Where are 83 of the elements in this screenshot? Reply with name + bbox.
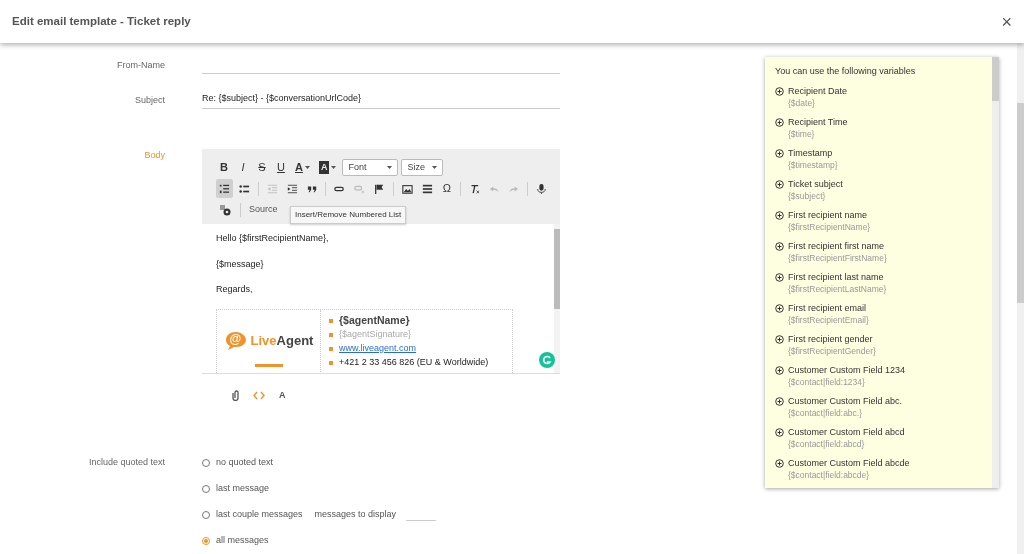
- underline-button[interactable]: U: [273, 158, 289, 177]
- logo-text: LiveAgent: [250, 331, 314, 350]
- body-text: {$message}: [216, 257, 265, 271]
- text-color-button[interactable]: A: [292, 158, 313, 177]
- field-label: Include quoted text: [87, 456, 165, 469]
- signature-text: {$agentName}: [339, 312, 410, 328]
- font-select[interactable]: Font: [342, 159, 399, 176]
- add-icon[interactable]: [775, 303, 784, 313]
- add-icon[interactable]: [775, 86, 784, 96]
- variable-code: {$contact|field:abcde}: [788, 468, 871, 481]
- add-icon[interactable]: [775, 427, 784, 437]
- variable-code: {$firstRecipientName}: [788, 220, 871, 233]
- variable-name[interactable]: First recipient gender: [788, 332, 876, 345]
- variable-name[interactable]: First recipient first name: [788, 239, 887, 252]
- panel-title: You can use the following variables: [775, 65, 917, 78]
- add-icon[interactable]: [775, 458, 784, 468]
- field-label: Body: [143, 149, 165, 162]
- variable-name[interactable]: Recipient Time: [788, 115, 848, 128]
- add-icon[interactable]: [775, 272, 784, 282]
- variable-name[interactable]: Timestamp: [788, 146, 838, 159]
- caret-icon: [432, 166, 438, 169]
- variable-code: {$firstRecipientFirstName}: [788, 251, 887, 264]
- variable-code: {$firstRecipientGender}: [788, 344, 876, 357]
- variable-name[interactable]: Customer Custom Field abcde: [788, 456, 910, 469]
- italic-button[interactable]: I: [235, 158, 251, 177]
- radio-label: last couple messages: [216, 508, 303, 522]
- add-icon[interactable]: [775, 365, 784, 375]
- bold-button[interactable]: B: [216, 158, 232, 177]
- body-text: Regards,: [216, 283, 254, 296]
- variable-code: {$time}: [788, 127, 816, 140]
- variable-code: {$timestamp}: [788, 158, 838, 171]
- variable-name[interactable]: Customer Custom Field abcd: [788, 425, 905, 438]
- variable-code: {$subject}: [788, 189, 827, 202]
- add-icon[interactable]: [775, 334, 784, 344]
- paperclip-icon[interactable]: [232, 389, 239, 403]
- scrollbar-thumb[interactable]: [992, 57, 999, 101]
- variable-name[interactable]: First recipient name: [788, 208, 871, 221]
- source-button[interactable]: Source: [246, 203, 281, 216]
- website-link[interactable]: www.liveagent.com: [339, 341, 417, 356]
- dialog-title: Edit email template - Ticket reply: [12, 13, 191, 29]
- radio-button[interactable]: [202, 537, 210, 545]
- signature-text: +421 2 33 456 826 (EU & Worldwide): [339, 355, 489, 369]
- format-button[interactable]: A: [279, 389, 286, 403]
- radio-label: no quoted text: [216, 456, 274, 470]
- add-icon[interactable]: [775, 210, 784, 220]
- radio-label: all messages: [216, 534, 269, 548]
- caret-icon: [331, 166, 337, 169]
- radio-label: last message: [216, 482, 270, 496]
- field-label: From-Name: [116, 59, 165, 72]
- size-select[interactable]: Size: [401, 159, 444, 176]
- variable-code: {$contact|field:abc.}: [788, 406, 864, 419]
- caret-icon: [304, 166, 310, 169]
- add-icon[interactable]: [775, 117, 784, 127]
- add-icon[interactable]: [775, 241, 784, 251]
- variable-code: {$firstRecipientLastName}: [788, 282, 887, 295]
- numbered-list-icon[interactable]: [216, 179, 233, 198]
- body-text: Hello {$firstRecipientName},: [216, 232, 330, 245]
- strikethrough-button[interactable]: S: [254, 158, 270, 177]
- add-icon[interactable]: [775, 179, 784, 189]
- variable-name[interactable]: Ticket subject: [788, 177, 843, 190]
- variable-name[interactable]: Customer Custom Field 1234: [788, 363, 906, 376]
- special-character-button[interactable]: Ω: [438, 179, 455, 198]
- caret-icon: [387, 166, 393, 169]
- variable-name[interactable]: First recipient email: [788, 301, 869, 314]
- close-button[interactable]: ×: [1001, 12, 1012, 31]
- tooltip: Insert/Remove Numbered List: [290, 206, 407, 224]
- variable-code: {$firstRecipientEmail}: [788, 313, 869, 326]
- add-icon[interactable]: [775, 396, 784, 406]
- scrollbar-thumb[interactable]: [1017, 103, 1024, 303]
- field-label: messages to display: [314, 508, 397, 522]
- variable-code: {$contact|field:abcd}: [788, 437, 866, 450]
- variable-name[interactable]: Recipient Date: [788, 84, 848, 97]
- background-color-button[interactable]: A: [315, 158, 340, 177]
- logo-symbol: @: [229, 331, 242, 346]
- signature-text: {$agentSignature}: [339, 327, 412, 341]
- variable-code: {$contact|field:1234}: [788, 375, 866, 388]
- field-label: Subject: [133, 94, 165, 107]
- variable-name[interactable]: First recipient last name: [788, 270, 887, 283]
- add-icon[interactable]: [775, 148, 784, 158]
- subject-field[interactable]: Re: {$subject} - {$conversationUrlCode}: [202, 92, 560, 109]
- speech-bubble-icon: [223, 330, 248, 351]
- variable-code: {$date}: [788, 96, 816, 109]
- variable-name[interactable]: Customer Custom Field abc.: [788, 394, 903, 407]
